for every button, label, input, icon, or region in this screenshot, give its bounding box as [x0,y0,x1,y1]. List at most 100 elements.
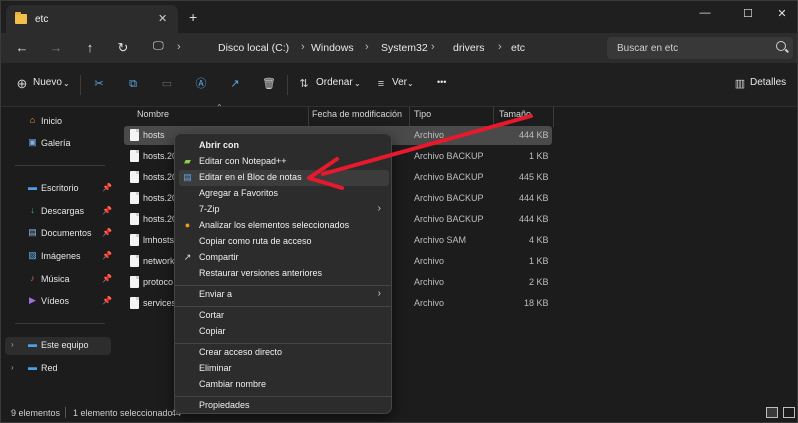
divider [15,165,105,166]
pin-icon[interactable]: 📌 [102,206,112,215]
sidebar-item-documents[interactable]: ▤ Documentos 📌 [11,225,112,243]
cut-icon[interactable]: ✂ [92,77,106,91]
menu-item-send-to[interactable]: Enviar a › [179,287,389,303]
menu-item-restore[interactable]: Restaurar versiones anteriores [179,266,389,282]
sort-button[interactable]: Ordenar [316,77,353,88]
sidebar-item-gallery[interactable]: ▣ Galería [11,135,111,153]
menu-item-properties[interactable]: Propiedades [179,398,389,414]
column-header-type[interactable]: Tipo [409,107,493,127]
column-header-size[interactable]: Tamaño [493,107,553,127]
menu-item-copy[interactable]: Copiar [179,324,389,340]
sidebar-item-label: Vídeos [41,296,70,306]
breadcrumb-item[interactable]: etc [511,42,525,54]
sidebar-item-music[interactable]: ♪ Música 📌 [11,271,112,289]
menu-item-scan[interactable]: ● Analizar los elementos seleccionados [179,218,389,234]
sidebar-item-network[interactable]: › ▬ Red [11,360,111,378]
breadcrumb-item[interactable]: drivers [453,42,485,54]
refresh-button[interactable]: ↻ [114,39,132,57]
tiles-view-icon[interactable] [783,407,795,418]
search-icon[interactable] [776,41,786,51]
sidebar-item-downloads[interactable]: ↓ Descargas 📌 [11,203,112,221]
rename-icon[interactable]: Ⓐ [194,77,208,91]
menu-item-create-shortcut[interactable]: Crear acceso directo [179,345,389,361]
file-icon [130,213,139,225]
menu-item-notepadpp[interactable]: ▰ Editar con Notepad++ [179,154,389,170]
plus-circle-icon: ⊕ [16,76,28,91]
new-tab-button[interactable]: + [189,10,197,24]
chevron-right-icon: › [377,288,381,299]
chevron-right-icon[interactable]: › [11,363,14,372]
pin-icon[interactable]: 📌 [102,251,112,260]
details-view-icon[interactable] [766,407,778,418]
divider [175,306,391,307]
details-button[interactable]: Detalles [750,77,786,88]
file-icon [130,234,139,246]
back-button[interactable]: ← [13,39,31,57]
forward-button[interactable]: → [47,39,65,57]
search-box[interactable] [607,37,793,59]
file-icon [130,129,139,141]
menu-item-open-with[interactable]: Abrir con [179,138,389,154]
more-options-button[interactable]: ••• [437,77,446,87]
chevron-right-icon[interactable]: › [11,340,14,349]
breadcrumb-item[interactable]: Disco local (C:) [218,42,289,54]
sidebar-item-label: Galería [41,138,71,148]
close-window-button[interactable]: ✕ [770,7,794,20]
view-button[interactable]: Ver [392,77,407,88]
menu-item-7zip[interactable]: 7-Zip › [179,202,389,218]
address-bar-row: ← → ↑ ↻ 🖵 › Disco local (C:) › Windows ›… [1,33,797,63]
breadcrumb[interactable]: 🖵 › Disco local (C:) › Windows › System3… [143,37,601,59]
chevron-down-icon: ⌄ [63,79,70,88]
chevron-right-icon: › [431,41,435,53]
pin-icon[interactable]: 📌 [102,228,112,237]
sidebar-item-this-pc[interactable]: › ▬ Este equipo [5,337,111,355]
sidebar-item-home[interactable]: ⌂ Inicio [11,113,111,131]
sidebar-item-label: Este equipo [41,340,89,350]
divider [175,396,391,397]
sidebar-item-desktop[interactable]: ▬ Escritorio 📌 [11,180,112,198]
search-input[interactable] [607,37,767,59]
chevron-down-icon: ⌄ [407,79,414,88]
new-button[interactable]: Nuevo [33,77,62,88]
paste-icon[interactable]: ▭ [160,77,174,91]
menu-item-copy-path[interactable]: Copiar como ruta de acceso [179,234,389,250]
menu-item-rename[interactable]: Cambiar nombre [179,377,389,393]
pin-icon[interactable]: 📌 [102,183,112,192]
divider [175,285,391,286]
menu-item-share[interactable]: ↗ Compartir [179,250,389,266]
item-count: 9 elementos [11,408,61,418]
folder-icon [15,12,27,24]
copy-icon[interactable]: ⧉ [126,77,140,91]
pin-icon[interactable]: 📌 [102,296,112,305]
share-icon[interactable]: ↗ [228,77,242,91]
sidebar-item-pictures[interactable]: ▨ Imágenes 📌 [11,248,112,266]
sidebar-item-videos[interactable]: ▶ Vídeos 📌 [11,293,112,311]
navigation-pane: ⌂ Inicio ▣ Galería ▬ Escritorio 📌 ↓ Desc… [1,107,113,403]
column-header-name[interactable]: Nombre ⌃ [114,103,308,127]
sidebar-item-label: Descargas [41,206,85,216]
tab-etc[interactable]: etc ✕ [6,5,178,33]
minimize-button[interactable]: — [693,7,717,19]
breadcrumb-item[interactable]: System32 [381,42,428,54]
context-menu: Abrir con ▰ Editar con Notepad++ ▤ Edita… [174,133,392,414]
sort-up-icon: ⌃ [216,103,223,112]
maximize-button[interactable]: ☐ [736,7,760,20]
up-button[interactable]: ↑ [81,39,99,57]
breadcrumb-item[interactable]: Windows [311,42,354,54]
title-bar: etc ✕ + — ☐ ✕ [1,1,797,33]
pin-icon[interactable]: 📌 [102,274,112,283]
selection-count: 1 elemento seleccionado [73,408,173,418]
monitor-icon: 🖵 [153,40,164,52]
menu-item-delete[interactable]: Eliminar [179,361,389,377]
column-header-date[interactable]: Fecha de modificación [308,107,409,127]
menu-item-favorites[interactable]: Agregar a Favoritos [179,186,389,202]
network-icon: ▬ [28,362,37,372]
menu-item-cut[interactable]: Cortar [179,308,389,324]
menu-item-notepad[interactable]: ▤ Editar en el Bloc de notas [179,170,389,186]
file-icon [130,171,139,183]
tab-close-icon[interactable]: ✕ [158,12,167,25]
home-icon: ⌂ [29,115,36,125]
share-icon: ↗ [183,252,192,262]
delete-icon[interactable]: 🗑 [262,77,276,91]
sort-icon: ⇅ [299,78,309,90]
